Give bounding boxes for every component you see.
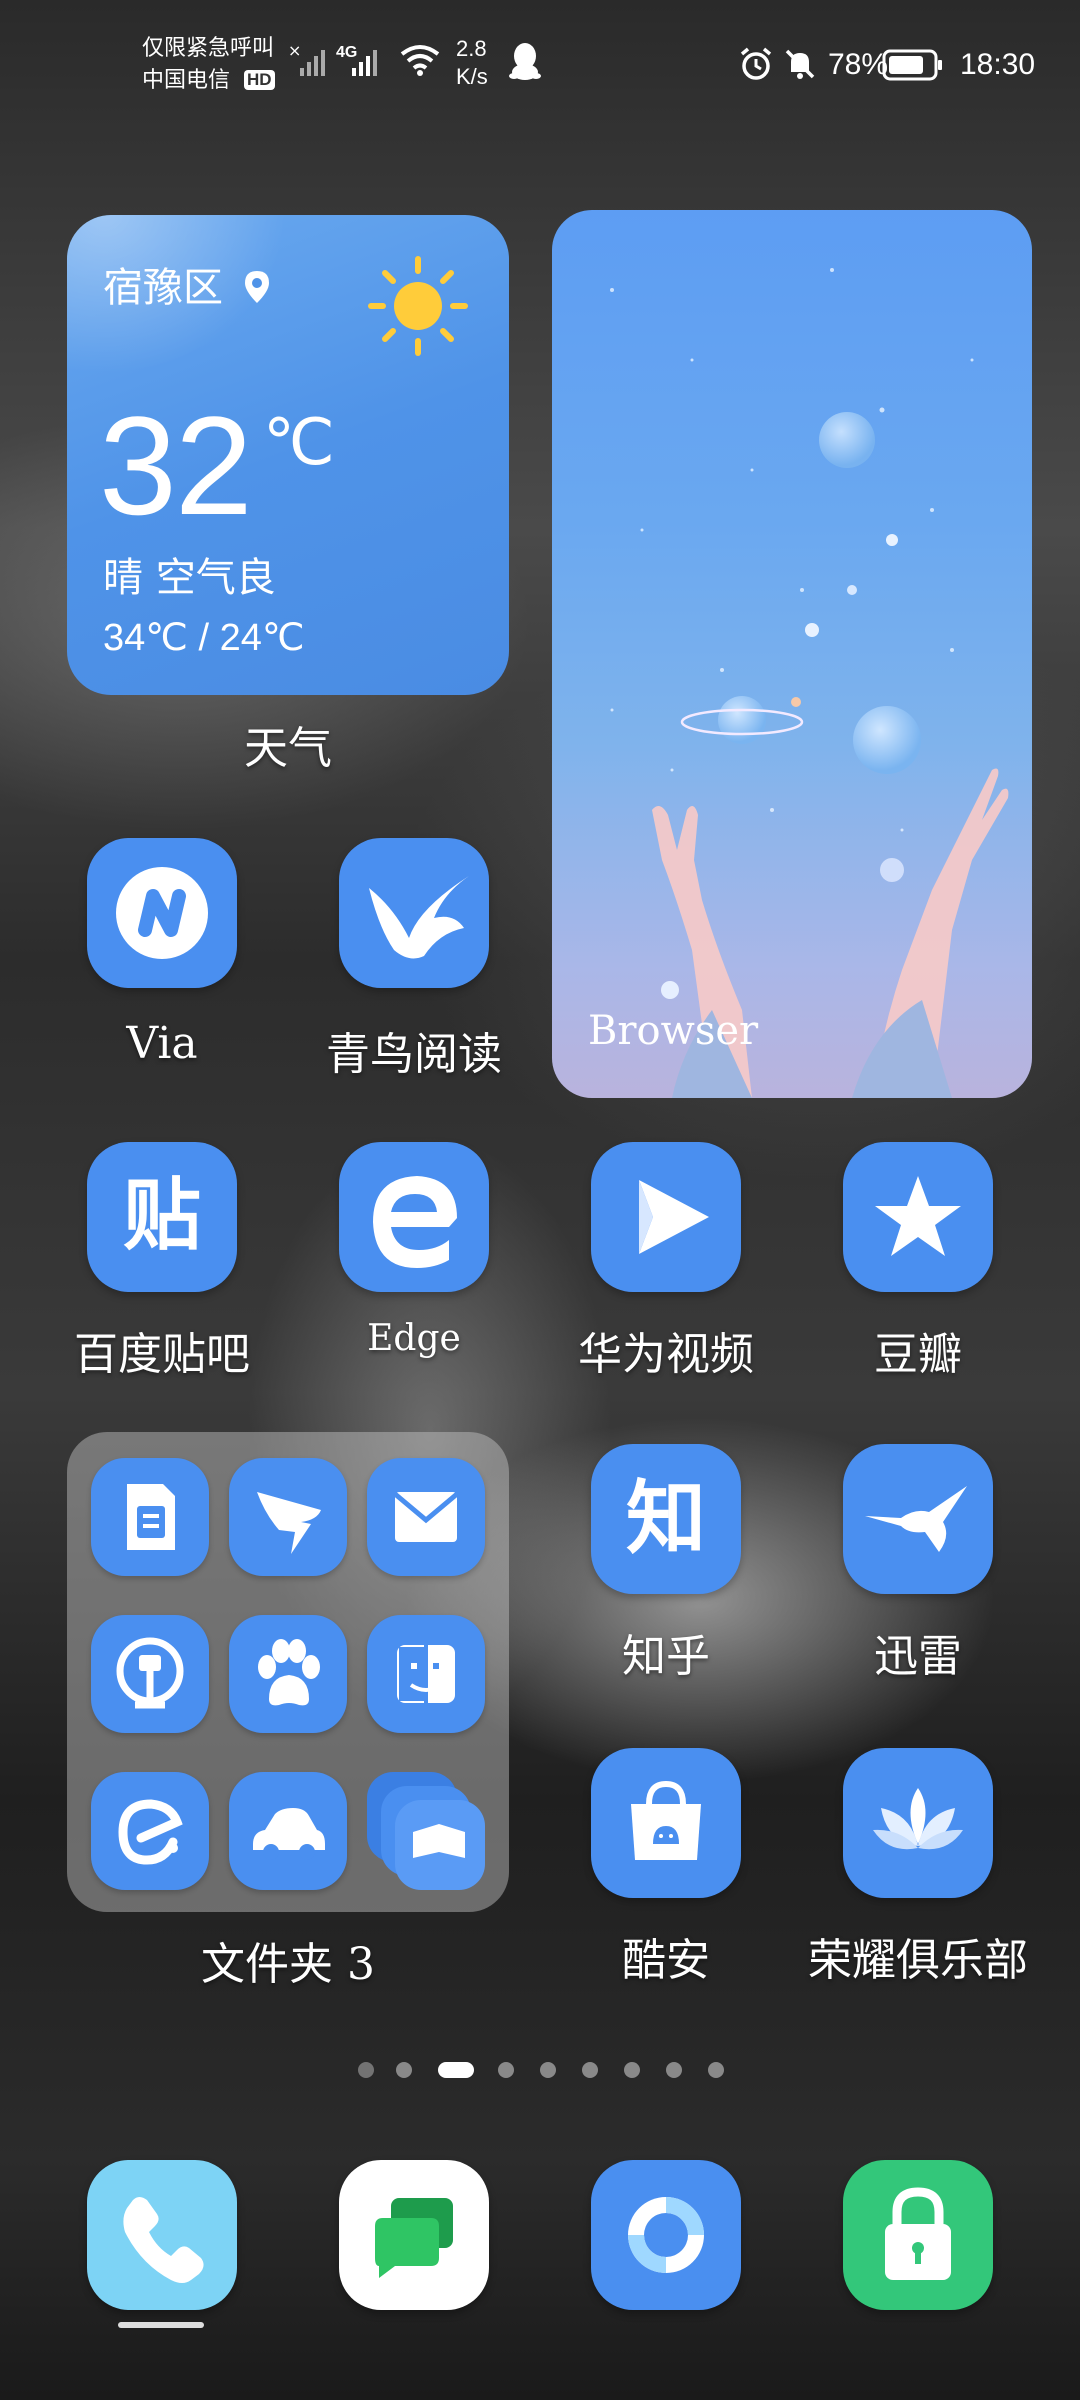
app-folder[interactable] [67,1432,509,1912]
messages-icon [375,2198,453,2278]
speed-unit: K/s [456,64,488,89]
svg-text:知: 知 [626,1472,706,1565]
folder-app-baidu[interactable] [229,1615,347,1733]
huawei-video-app-icon[interactable] [591,1142,741,1292]
douban-app-icon[interactable] [843,1142,993,1292]
via-app-icon[interactable] [87,838,237,988]
app-label-zhihu: 知乎 [622,1631,710,1682]
weather-condition: 晴 空气良 [103,555,276,601]
app-label-via: Via [126,1018,198,1069]
browser-widget[interactable]: Browser [552,210,1032,1098]
page-dot[interactable] [396,2062,412,2078]
clock: 18:30 [960,48,1036,81]
app-label-qingniao: 青鸟阅读 [326,1029,502,1080]
play-icon [639,1180,709,1254]
page-dot-active[interactable] [438,2062,474,2078]
app-label-edge: Edge [367,1318,461,1359]
page-dot[interactable] [498,2062,514,2078]
lock-app-icon[interactable] [843,2160,993,2310]
svg-text:贴: 贴 [123,1171,201,1261]
app-label-douban: 豆瓣 [874,1329,962,1380]
xunlei-app-icon[interactable] [843,1444,993,1594]
tieba-app-icon[interactable]: 贴 [87,1142,237,1292]
folder-app-mail[interactable] [367,1458,485,1576]
folder-app-sim[interactable] [91,1458,209,1576]
eleme-icon [118,1799,183,1865]
folder-app-railway[interactable] [91,1615,209,1733]
honor-club-app-icon[interactable] [843,1748,993,1898]
app-label-honor-club: 荣耀俱乐部 [808,1935,1028,1986]
battery-icon [882,48,944,87]
mail-icon [393,1492,459,1542]
phone-icon [123,2197,204,2283]
edge-app-icon[interactable] [339,1142,489,1292]
page-dot[interactable] [624,2062,640,2078]
bird-icon [369,876,469,959]
app-label-huawei-video: 华为视频 [578,1329,754,1380]
dingtalk-icon [257,1492,321,1554]
page-dot[interactable] [666,2062,682,2078]
tieba-icon: 贴 [123,1171,201,1261]
zhihu-icon: 知 [626,1472,706,1565]
stacked-books-icon [367,1772,485,1890]
weather-widget[interactable]: 宿豫区 32 ℃ 晴 空气良 34℃ / 24℃ [67,215,509,695]
qq-icon [508,40,542,87]
messages-app-icon[interactable] [339,2160,489,2310]
wifi-icon [398,42,442,83]
hd-badge: HD [244,70,275,90]
store-icon [631,1780,701,1860]
hummingbird-icon [865,1486,967,1552]
sun-icon [365,253,471,363]
folder-app-finder[interactable] [367,1615,485,1733]
svg-text:×: × [288,41,301,60]
lock-icon [885,2187,951,2280]
star-icon [875,1176,961,1256]
app-label-tieba: 百度贴吧 [74,1329,250,1380]
browser-app-icon[interactable] [591,2160,741,2310]
folder-app-eleme[interactable] [91,1772,209,1890]
edge-icon [373,1176,457,1268]
via-icon [116,867,208,959]
coolapk-app-icon[interactable] [591,1748,741,1898]
weather-location: 宿豫区 [103,255,272,313]
browser-ring-icon [628,2197,704,2273]
temperature-unit: ℃ [263,406,335,478]
browser-wallpaper-art [610,268,1009,1098]
location-pin-icon [244,271,269,303]
folder-app-stack[interactable] [367,1772,485,1890]
weather-label: 天气 [244,723,332,774]
page-dot[interactable] [582,2062,598,2078]
battery-percent: 78% [828,48,889,81]
lotus-icon [873,1788,963,1850]
finder-icon [397,1645,455,1703]
carrier-line2: 中国电信 [142,67,231,92]
speed-value: 2.8 [456,36,487,61]
folder-app-car[interactable] [229,1772,347,1890]
qingniao-app-icon[interactable] [339,838,489,988]
temperature-range: 34℃ / 24℃ [103,617,305,659]
app-label-coolapk: 酷安 [622,1935,710,1986]
zhihu-app-icon[interactable]: 知 [591,1444,741,1594]
folder-app-dingtalk[interactable] [229,1458,347,1576]
page-dot-search[interactable] [358,2062,374,2078]
folder-label: 文件夹 3 [201,1939,375,1990]
status-bar: 仅限紧急呼叫 中国电信 HD × 4G 2.8 K/s 78% 18:30 [0,0,1080,110]
car-icon [253,1808,325,1860]
paw-icon [258,1639,320,1706]
signal-icon [350,40,380,85]
page-dot[interactable] [540,2062,556,2078]
home-indicator[interactable] [118,2322,204,2328]
browser-label: Browser [588,1008,759,1054]
page-dot[interactable] [708,2062,724,2078]
phone-app-icon[interactable] [87,2160,237,2310]
carrier-line1: 仅限紧急呼叫 [142,35,275,60]
railway-icon [116,1637,184,1709]
no-signal-icon: × [288,40,328,85]
alarm-icon [738,46,774,87]
sim-card-icon [127,1484,175,1550]
location-name: 宿豫区 [103,265,223,311]
temperature: 32 [99,387,253,544]
mute-icon [782,46,818,87]
app-label-xunlei: 迅雷 [874,1631,962,1682]
